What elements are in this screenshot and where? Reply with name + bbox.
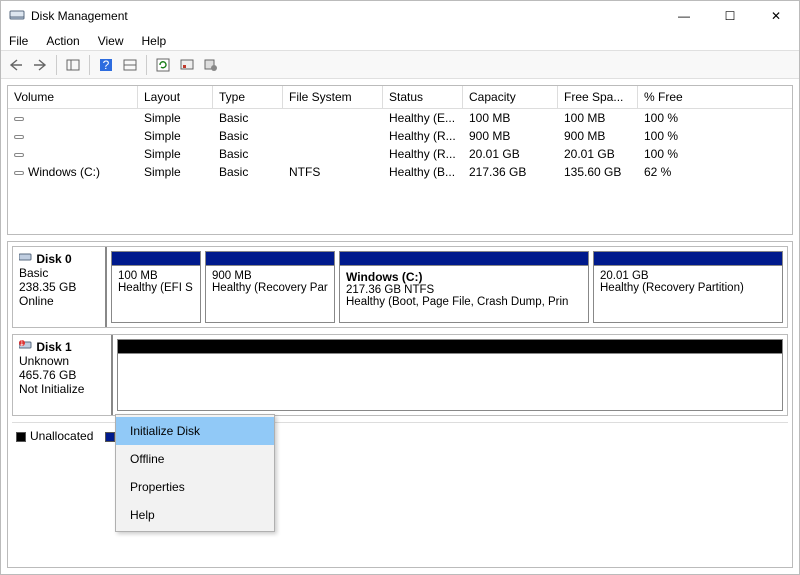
disk-management-window: Disk Management — ☐ ✕ File Action View H…	[0, 0, 800, 575]
volume-icon	[14, 135, 24, 139]
primary-partition[interactable]: Windows (C:)217.36 GB NTFSHealthy (Boot,…	[339, 251, 589, 323]
menu-offline[interactable]: Offline	[116, 445, 274, 473]
svg-text:?: ?	[103, 58, 110, 72]
disk-size: 465.76 GB	[19, 368, 76, 382]
svg-text:↓: ↓	[19, 339, 25, 349]
volume-row[interactable]: Windows (C:)SimpleBasicNTFSHealthy (B...…	[8, 163, 792, 181]
col-capacity[interactable]: Capacity	[463, 86, 558, 108]
primary-cap-icon	[112, 252, 200, 266]
primary-partition[interactable]: 100 MBHealthy (EFI S	[111, 251, 201, 323]
disk-name: Disk 0	[36, 252, 71, 266]
window-title: Disk Management	[31, 9, 661, 23]
partition-body: 20.01 GBHealthy (Recovery Partition)	[594, 266, 782, 322]
disk-1-label[interactable]: ↓ Disk 1 Unknown 465.76 GB Not Initializ…	[13, 335, 113, 415]
disk-1-row[interactable]: ↓ Disk 1 Unknown 465.76 GB Not Initializ…	[12, 334, 788, 416]
primary-cap-icon	[594, 252, 782, 266]
col-pctfree[interactable]: % Free	[638, 86, 698, 108]
close-button[interactable]: ✕	[753, 1, 799, 31]
col-filesystem[interactable]: File System	[283, 86, 383, 108]
menu-view[interactable]: View	[96, 32, 126, 50]
primary-partition[interactable]: 900 MBHealthy (Recovery Par	[205, 251, 335, 323]
primary-cap-icon	[340, 252, 588, 266]
volume-row[interactable]: SimpleBasicHealthy (R...20.01 GB20.01 GB…	[8, 145, 792, 163]
toolbar: ?	[1, 51, 799, 79]
volume-row[interactable]: SimpleBasicHealthy (R...900 MB900 MB100 …	[8, 127, 792, 145]
volume-row[interactable]: SimpleBasicHealthy (E...100 MB100 MB100 …	[8, 109, 792, 127]
titlebar[interactable]: Disk Management — ☐ ✕	[1, 1, 799, 31]
menu-properties[interactable]: Properties	[116, 473, 274, 501]
disk-name: Disk 1	[36, 340, 71, 354]
primary-cap-icon	[206, 252, 334, 266]
volume-icon	[14, 171, 24, 175]
show-bottom-pane-button[interactable]	[119, 54, 141, 76]
sep-icon	[89, 55, 90, 75]
disk-type: Basic	[19, 266, 48, 280]
sep-icon	[146, 55, 147, 75]
minimize-button[interactable]: —	[661, 1, 707, 31]
disk-size: 238.35 GB	[19, 280, 76, 294]
menu-file[interactable]: File	[7, 32, 30, 50]
col-layout[interactable]: Layout	[138, 86, 213, 108]
partition-body: Windows (C:)217.36 GB NTFSHealthy (Boot,…	[340, 266, 588, 322]
help-button[interactable]: ?	[95, 54, 117, 76]
unallocated-partition[interactable]	[117, 339, 783, 411]
partition-body: 900 MBHealthy (Recovery Par	[206, 266, 334, 322]
col-status[interactable]: Status	[383, 86, 463, 108]
primary-partition[interactable]: 20.01 GBHealthy (Recovery Partition)	[593, 251, 783, 323]
menu-help[interactable]: Help	[116, 501, 274, 529]
volume-list[interactable]: Volume Layout Type File System Status Ca…	[7, 85, 793, 235]
column-headers: Volume Layout Type File System Status Ca…	[8, 86, 792, 109]
window-controls: — ☐ ✕	[661, 1, 799, 31]
legend-unallocated: Unallocated	[16, 429, 93, 443]
disk-0-label[interactable]: Disk 0 Basic 238.35 GB Online	[13, 247, 107, 327]
settings-button[interactable]	[200, 54, 222, 76]
disk-state: Not Initialize	[19, 382, 84, 396]
disk-1-partitions	[113, 335, 787, 415]
rescan-button[interactable]	[176, 54, 198, 76]
col-freespace[interactable]: Free Spa...	[558, 86, 638, 108]
context-menu: Initialize Disk Offline Properties Help	[115, 414, 275, 532]
volume-icon	[14, 153, 24, 157]
menu-help[interactable]: Help	[140, 32, 169, 50]
app-icon	[9, 8, 25, 24]
disk-type: Unknown	[19, 354, 69, 368]
col-volume[interactable]: Volume	[8, 86, 138, 108]
menubar: File Action View Help	[1, 31, 799, 51]
col-type[interactable]: Type	[213, 86, 283, 108]
partition-body	[118, 354, 782, 410]
volume-icon	[14, 117, 24, 121]
disk-0-row[interactable]: Disk 0 Basic 238.35 GB Online 100 MBHeal…	[12, 246, 788, 328]
disk-icon	[19, 252, 33, 266]
refresh-button[interactable]	[152, 54, 174, 76]
disk-state: Online	[19, 294, 54, 308]
forward-button[interactable]	[29, 54, 51, 76]
sep-icon	[56, 55, 57, 75]
menu-initialize-disk[interactable]: Initialize Disk	[116, 417, 274, 445]
unallocated-cap-icon	[118, 340, 782, 354]
partition-body: 100 MBHealthy (EFI S	[112, 266, 200, 322]
back-button[interactable]	[5, 54, 27, 76]
maximize-button[interactable]: ☐	[707, 1, 753, 31]
disk-error-icon: ↓	[19, 340, 33, 354]
menu-action[interactable]: Action	[44, 32, 81, 50]
show-hide-tree-button[interactable]	[62, 54, 84, 76]
